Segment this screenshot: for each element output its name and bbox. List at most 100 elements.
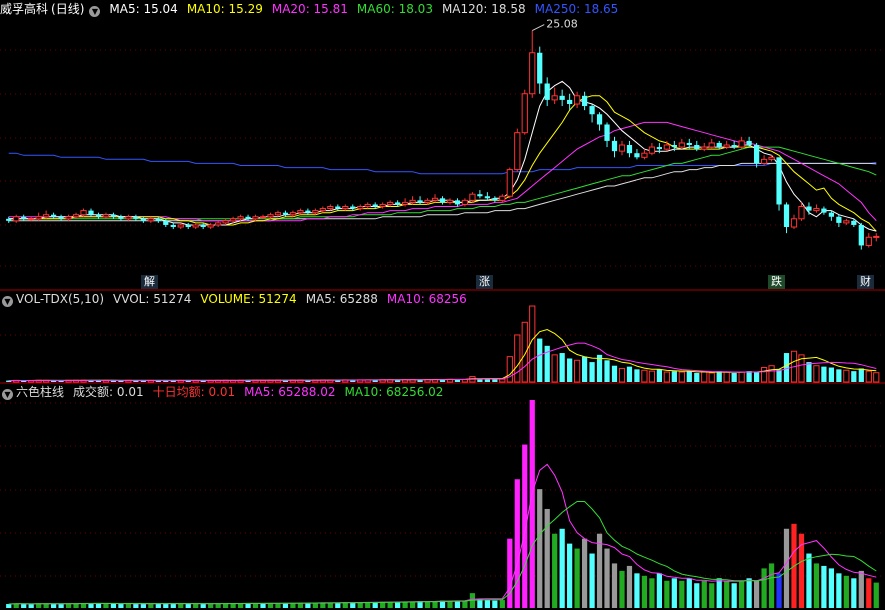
candle-body	[177, 224, 184, 228]
candle-body	[140, 218, 146, 221]
candle-body	[357, 206, 364, 210]
candle-body	[118, 216, 124, 219]
six-color-bar	[499, 600, 505, 608]
volume-bar	[484, 379, 490, 382]
candle-body	[80, 210, 87, 216]
volume-bar	[865, 370, 872, 383]
candle-body	[492, 198, 498, 201]
six-color-bar	[776, 573, 782, 608]
six-color-bar	[649, 578, 655, 608]
six-color-bar	[821, 565, 827, 608]
candle-body	[229, 218, 237, 222]
candle-body	[731, 145, 737, 148]
six-color-bar	[522, 444, 528, 608]
six-color-bar	[664, 580, 670, 608]
candle-body	[573, 95, 581, 105]
candle-body	[611, 140, 618, 152]
candle-body	[259, 216, 267, 219]
volume-bar	[663, 371, 670, 383]
candle-body	[663, 144, 670, 150]
candle-body	[537, 52, 543, 84]
six-color-bar	[148, 603, 154, 608]
six-color-bar	[873, 582, 879, 608]
candle-body	[274, 212, 282, 216]
candle-body	[245, 216, 251, 219]
six-color-bar	[484, 600, 490, 608]
candle-body	[648, 146, 656, 154]
six-color-bar	[208, 603, 214, 608]
candle-body	[185, 224, 191, 227]
candle-body	[237, 216, 244, 220]
six-color-bar	[514, 479, 520, 608]
six-color-bar	[731, 583, 737, 608]
six-color-bar	[155, 603, 161, 608]
volume-bar	[514, 334, 521, 383]
candle-body	[431, 197, 439, 201]
six-color-bar	[409, 601, 416, 608]
volume-bar	[678, 371, 685, 383]
candle-body	[147, 218, 154, 222]
candle-body	[424, 199, 431, 203]
volume-bar	[851, 371, 857, 382]
candle-body	[521, 93, 528, 134]
six-color-bar	[133, 603, 139, 608]
six-color-bar	[581, 538, 588, 608]
six-color-bar	[140, 603, 146, 608]
volume-bar	[551, 354, 558, 383]
six-color-bar	[462, 601, 468, 608]
volume-bar	[581, 356, 588, 382]
six-color-bar	[103, 603, 109, 608]
volume-bar	[843, 369, 850, 383]
candle-body	[297, 210, 304, 214]
six-color-bar	[858, 570, 864, 608]
marker-zhang: 涨	[476, 275, 493, 289]
six-color-bar	[559, 528, 565, 608]
volume-bar	[567, 358, 573, 382]
volume-bar	[618, 367, 626, 383]
six-color-bar	[709, 583, 715, 608]
candle-body	[776, 157, 782, 205]
six-color-bar	[866, 578, 872, 608]
volume-bar	[648, 370, 656, 383]
six-color-bar	[230, 603, 236, 608]
six-color-bar	[43, 603, 49, 608]
volume-bar	[506, 356, 513, 383]
candle-body	[335, 206, 341, 209]
candle-body	[364, 203, 371, 207]
candle-body	[746, 140, 752, 145]
candle-body	[753, 145, 760, 164]
candle-body	[760, 158, 768, 164]
candlestick-chart: 25.08	[0, 18, 885, 608]
volume-bar	[821, 366, 827, 382]
six-color-bar	[215, 603, 221, 608]
six-ma5-line	[8, 463, 877, 605]
marker-jie: 解	[141, 275, 158, 289]
ma60-line	[8, 146, 877, 220]
candle-body	[626, 145, 633, 154]
candle-body	[28, 218, 35, 221]
candle-body	[65, 216, 72, 220]
candle-body	[544, 83, 550, 100]
candle-body	[836, 216, 842, 223]
candle-body	[469, 193, 476, 201]
candle-body	[694, 145, 700, 150]
volume-bar	[873, 372, 880, 383]
six-color-bar	[110, 603, 117, 608]
volume-bar	[611, 365, 618, 382]
volume-ma10-line	[8, 342, 877, 382]
six-color-bar	[739, 580, 745, 608]
candle-body	[319, 208, 326, 212]
volume-bar	[641, 369, 648, 383]
six-color-bar	[716, 578, 722, 608]
candle-body	[821, 208, 827, 213]
volume-bar	[738, 371, 745, 383]
candle-body	[671, 145, 677, 148]
six-color-bar	[843, 575, 849, 608]
six-color-bar	[185, 603, 191, 608]
candle-body	[656, 147, 662, 150]
six-color-bar	[701, 580, 707, 608]
six-color-bar	[574, 548, 580, 608]
candle-body	[446, 199, 454, 203]
candle-body	[305, 210, 311, 213]
six-color-bar	[125, 603, 132, 608]
